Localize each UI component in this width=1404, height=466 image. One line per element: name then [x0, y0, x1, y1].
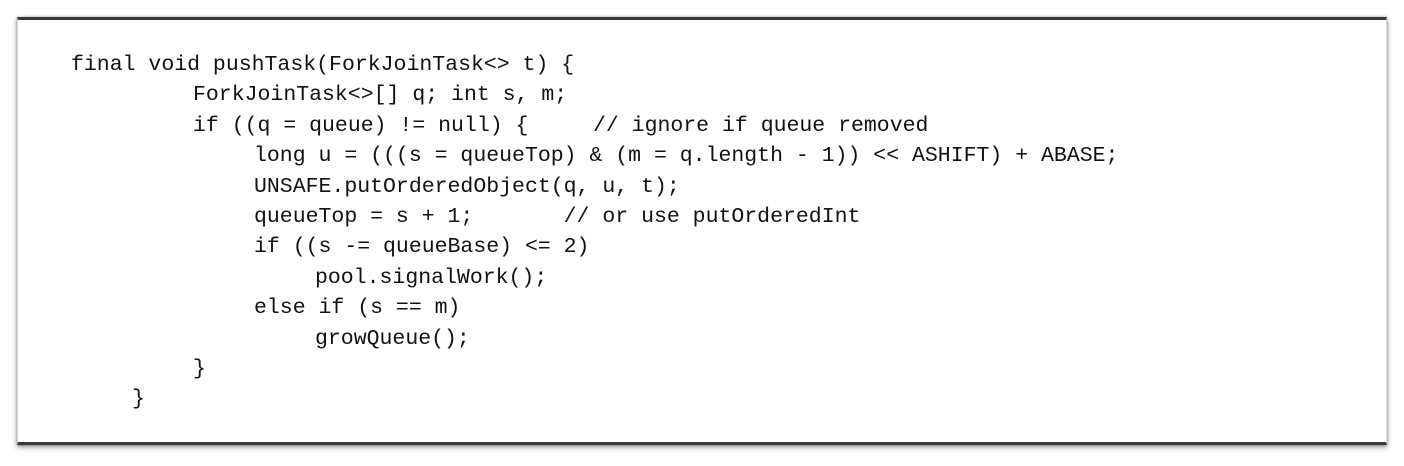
code-line: long u = (((s = queueTop) & (m = q.lengt…: [254, 144, 1119, 169]
code-line: ForkJoinTask<>[] q; int s, m;: [193, 83, 568, 108]
code-line: growQueue();: [315, 326, 470, 351]
code-line: if ((q = queue) != null) { // ignore if …: [193, 113, 929, 138]
code-line: }: [132, 387, 145, 412]
code-listing: final void pushTask(ForkJoinTask<> t) { …: [18, 50, 1118, 415]
code-line: UNSAFE.putOrderedObject(q, u, t);: [254, 174, 680, 199]
code-line: final void pushTask(ForkJoinTask<> t) {: [71, 53, 575, 77]
code-line: pool.signalWork();: [315, 265, 548, 290]
code-line: }: [193, 356, 206, 381]
code-line: queueTop = s + 1; // or use putOrderedIn…: [254, 204, 861, 229]
code-listing-frame: final void pushTask(ForkJoinTask<> t) { …: [17, 17, 1387, 445]
code-line: if ((s -= queueBase) <= 2): [254, 235, 590, 260]
code-line: else if (s == m): [254, 296, 461, 321]
